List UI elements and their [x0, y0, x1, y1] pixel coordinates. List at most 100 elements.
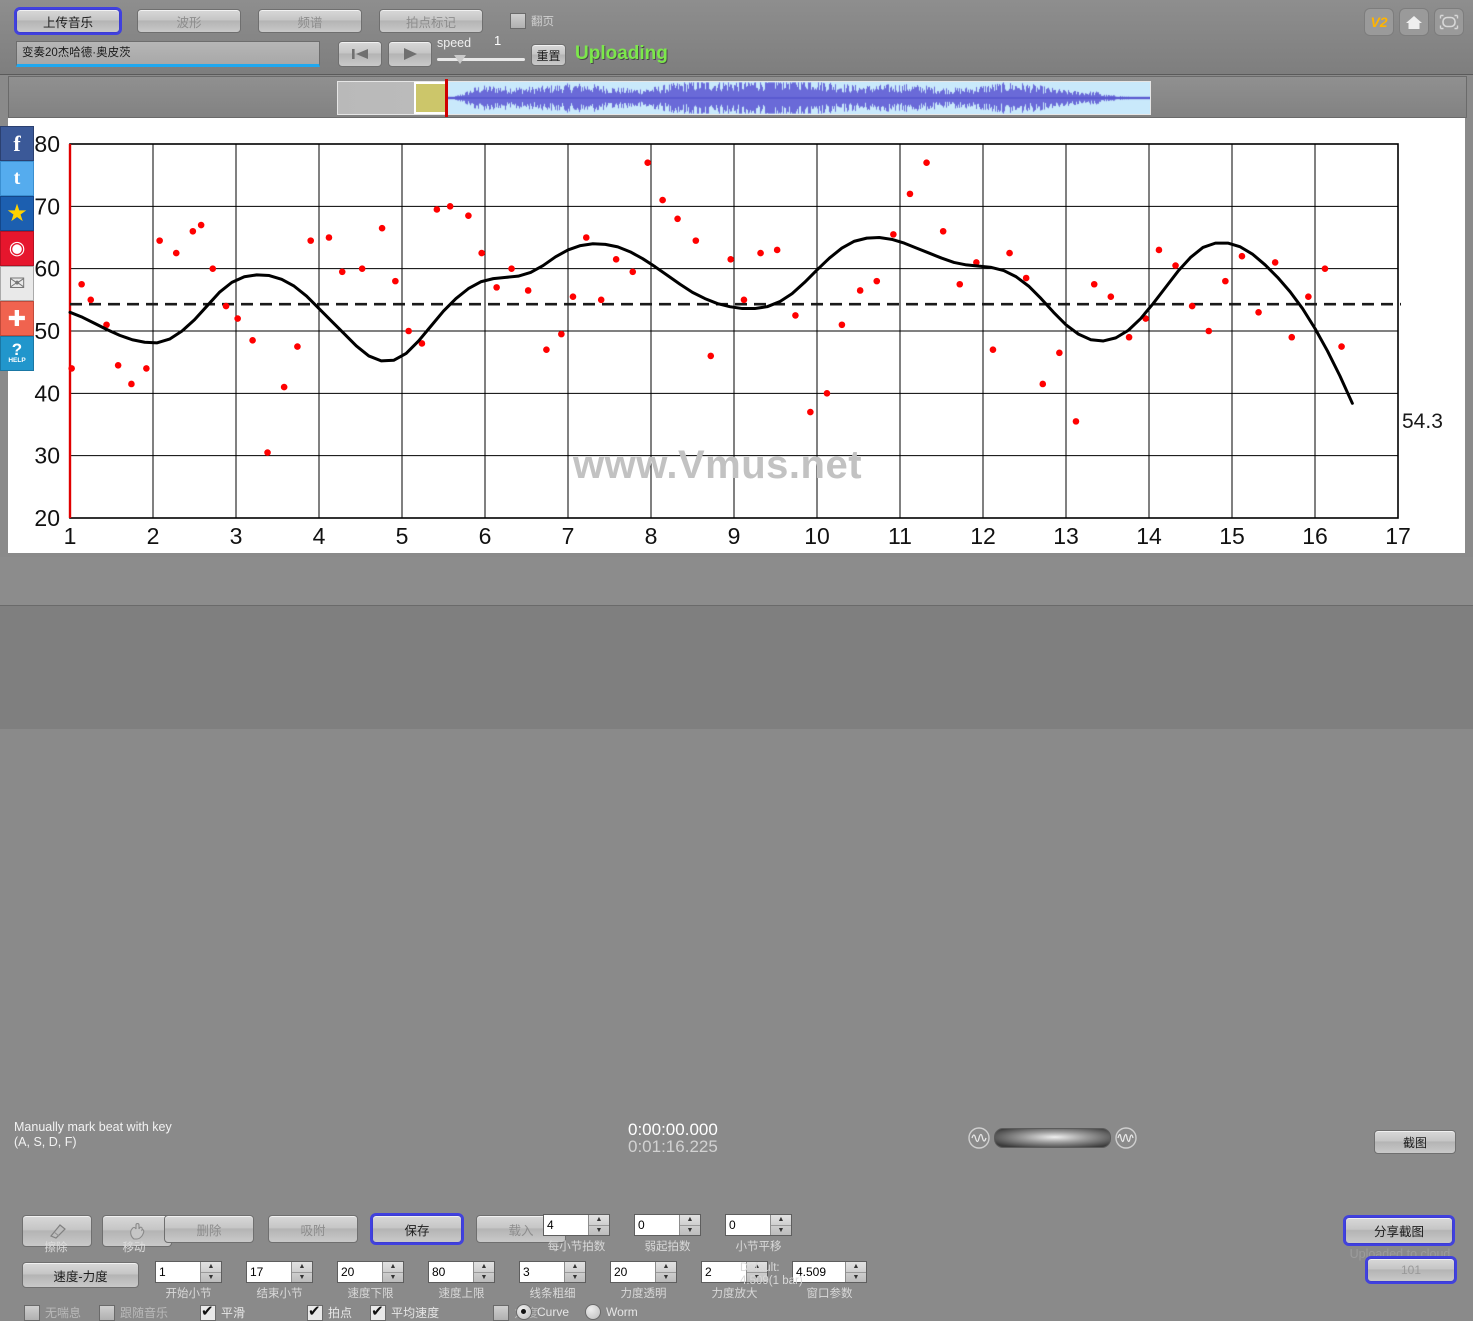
- tempo-min-stepper[interactable]: ▲▼ 速度下限: [337, 1261, 404, 1301]
- help-icon[interactable]: ? HELP: [0, 336, 34, 371]
- svg-text:17: 17: [1385, 523, 1411, 549]
- waveform-overview[interactable]: [8, 76, 1467, 118]
- tab-beat-marks[interactable]: 拍点标记: [379, 9, 483, 33]
- stepper-up[interactable]: ▲: [656, 1262, 676, 1273]
- skip-back-icon: [352, 49, 368, 59]
- play-icon: [404, 48, 417, 60]
- keyboard-hint: Manually mark beat with key (A, S, D, F): [14, 1120, 172, 1150]
- social-sidebar: f t ★ ◉ ✉ ✚ ? HELP: [0, 126, 34, 371]
- stepper-down[interactable]: ▼: [846, 1273, 866, 1283]
- svg-text:7: 7: [562, 523, 575, 549]
- line-width-stepper[interactable]: ▲▼ 线条粗细: [519, 1261, 586, 1301]
- stepper-down[interactable]: ▼: [565, 1273, 585, 1283]
- svg-text:4: 4: [313, 523, 326, 549]
- bar-shift-input[interactable]: [726, 1215, 770, 1235]
- checkbox-avg-tempo-label: 平均速度: [391, 1306, 440, 1320]
- dynamics-alpha-input[interactable]: [611, 1262, 655, 1282]
- delete-button[interactable]: 删除: [164, 1215, 254, 1243]
- stepper-down[interactable]: ▼: [383, 1273, 403, 1283]
- speed-label: speed: [437, 36, 472, 50]
- page-turn-checkbox[interactable]: [510, 13, 526, 29]
- volume-low-icon[interactable]: [968, 1127, 990, 1149]
- tempo-dynamics-button[interactable]: 速度-力度: [22, 1262, 139, 1288]
- qzone-icon[interactable]: ★: [0, 196, 34, 231]
- stepper-up[interactable]: ▲: [565, 1262, 585, 1273]
- stepper-down[interactable]: ▼: [201, 1273, 221, 1283]
- home-icon[interactable]: [1399, 8, 1429, 36]
- stepper-up[interactable]: ▲: [201, 1262, 221, 1273]
- tab-upload-music[interactable]: 上传音乐: [14, 7, 122, 35]
- checkbox-avg-tempo[interactable]: [370, 1302, 387, 1321]
- stepper-down[interactable]: ▼: [771, 1226, 791, 1236]
- tempo-chart-panel[interactable]: 20 30 40 50 60 70 80 1 2 3 4 5 6 7 8 9 10 11 12 13 14 15 16 17 …: [8, 118, 1465, 553]
- page-turn-checkbox-row: 翻页: [510, 13, 554, 29]
- filename-field[interactable]: 变奏20杰哈德·奥皮茨: [16, 41, 320, 67]
- stepper-up[interactable]: ▲: [383, 1262, 403, 1273]
- facebook-icon[interactable]: f: [0, 126, 34, 161]
- window-param-label: 窗口参数: [806, 1288, 853, 1300]
- tab-waveform[interactable]: 波形: [137, 9, 241, 33]
- checkbox-beats[interactable]: [307, 1302, 324, 1321]
- cloud-count-button[interactable]: 101: [1365, 1256, 1457, 1284]
- reset-button[interactable]: 重置: [531, 44, 566, 66]
- pickup-beats-input[interactable]: [635, 1215, 679, 1235]
- start-bar-input[interactable]: [156, 1262, 200, 1282]
- checkbox-beats-label: 拍点: [328, 1306, 353, 1320]
- play-button[interactable]: [388, 41, 432, 67]
- start-bar-stepper[interactable]: ▲▼ 开始小节: [155, 1261, 222, 1301]
- volume-slider[interactable]: [994, 1128, 1111, 1148]
- stepper-up[interactable]: ▲: [771, 1215, 791, 1226]
- tempo-max-input[interactable]: [429, 1262, 473, 1282]
- radio-worm[interactable]: [585, 1304, 602, 1320]
- save-button[interactable]: 保存: [370, 1213, 464, 1245]
- twitter-icon[interactable]: t: [0, 161, 34, 196]
- checkbox-no-breath[interactable]: [24, 1304, 40, 1321]
- stepper-up[interactable]: ▲: [846, 1262, 866, 1273]
- stepper-down[interactable]: ▼: [292, 1273, 312, 1283]
- speed-slider-track[interactable]: [437, 58, 525, 61]
- stepper-down[interactable]: ▼: [680, 1226, 700, 1236]
- tempo-min-input[interactable]: [338, 1262, 382, 1282]
- stepper-down[interactable]: ▼: [474, 1273, 494, 1283]
- radio-curve[interactable]: [516, 1304, 532, 1320]
- tempo-max-stepper[interactable]: ▲▼ 速度上限: [428, 1261, 495, 1301]
- version-badge[interactable]: V2: [1364, 8, 1394, 36]
- checkbox-follow-music[interactable]: [99, 1304, 116, 1321]
- end-bar-input[interactable]: [247, 1262, 291, 1282]
- volume-control[interactable]: [968, 1127, 1137, 1149]
- beats-per-bar-stepper[interactable]: ▲▼ 每小节拍数: [543, 1214, 610, 1254]
- stepper-up[interactable]: ▲: [292, 1262, 312, 1273]
- default-label-line2: 4.509(1 bar): [740, 1275, 803, 1287]
- weibo-icon[interactable]: ◉: [0, 231, 34, 266]
- checkbox-smooth[interactable]: [200, 1302, 217, 1321]
- end-bar-stepper[interactable]: ▲▼ 结束小节: [246, 1261, 313, 1301]
- bar-shift-stepper[interactable]: ▲▼ 小节平移: [725, 1214, 792, 1254]
- share-screenshot-button[interactable]: 分享截图: [1343, 1215, 1455, 1246]
- volume-high-icon[interactable]: [1115, 1127, 1137, 1149]
- rewind-button[interactable]: [338, 41, 382, 67]
- stepper-up[interactable]: ▲: [680, 1215, 700, 1226]
- screenshot-button[interactable]: 截图: [1374, 1130, 1456, 1154]
- home-glyph: [1406, 16, 1422, 29]
- speed-slider-knob[interactable]: [454, 55, 466, 64]
- window-param-stepper[interactable]: ▲▼ 窗口参数: [792, 1261, 867, 1301]
- snap-button[interactable]: 吸附: [268, 1215, 358, 1243]
- stepper-down[interactable]: ▼: [656, 1273, 676, 1283]
- fullscreen-icon[interactable]: [1434, 8, 1464, 36]
- pickup-beats-stepper[interactable]: ▲▼ 弱起拍数: [634, 1214, 701, 1254]
- svg-text:14: 14: [1136, 523, 1162, 549]
- svg-text:9: 9: [728, 523, 741, 549]
- checkbox-dynamics[interactable]: [493, 1304, 510, 1321]
- stepper-up[interactable]: ▲: [474, 1262, 494, 1273]
- tab-spectrum[interactable]: 频谱: [258, 9, 362, 33]
- waveform-overview-track[interactable]: [337, 79, 1151, 117]
- svg-text:12: 12: [970, 523, 996, 549]
- stepper-down[interactable]: ▼: [589, 1226, 609, 1236]
- stepper-up[interactable]: ▲: [589, 1215, 609, 1226]
- tempo-max-label: 速度上限: [438, 1288, 485, 1300]
- line-width-input[interactable]: [520, 1262, 564, 1282]
- beats-per-bar-input[interactable]: [544, 1215, 588, 1235]
- email-icon[interactable]: ✉: [0, 266, 34, 301]
- share-plus-icon[interactable]: ✚: [0, 301, 34, 336]
- dynamics-alpha-stepper[interactable]: ▲▼ 力度透明: [610, 1261, 677, 1301]
